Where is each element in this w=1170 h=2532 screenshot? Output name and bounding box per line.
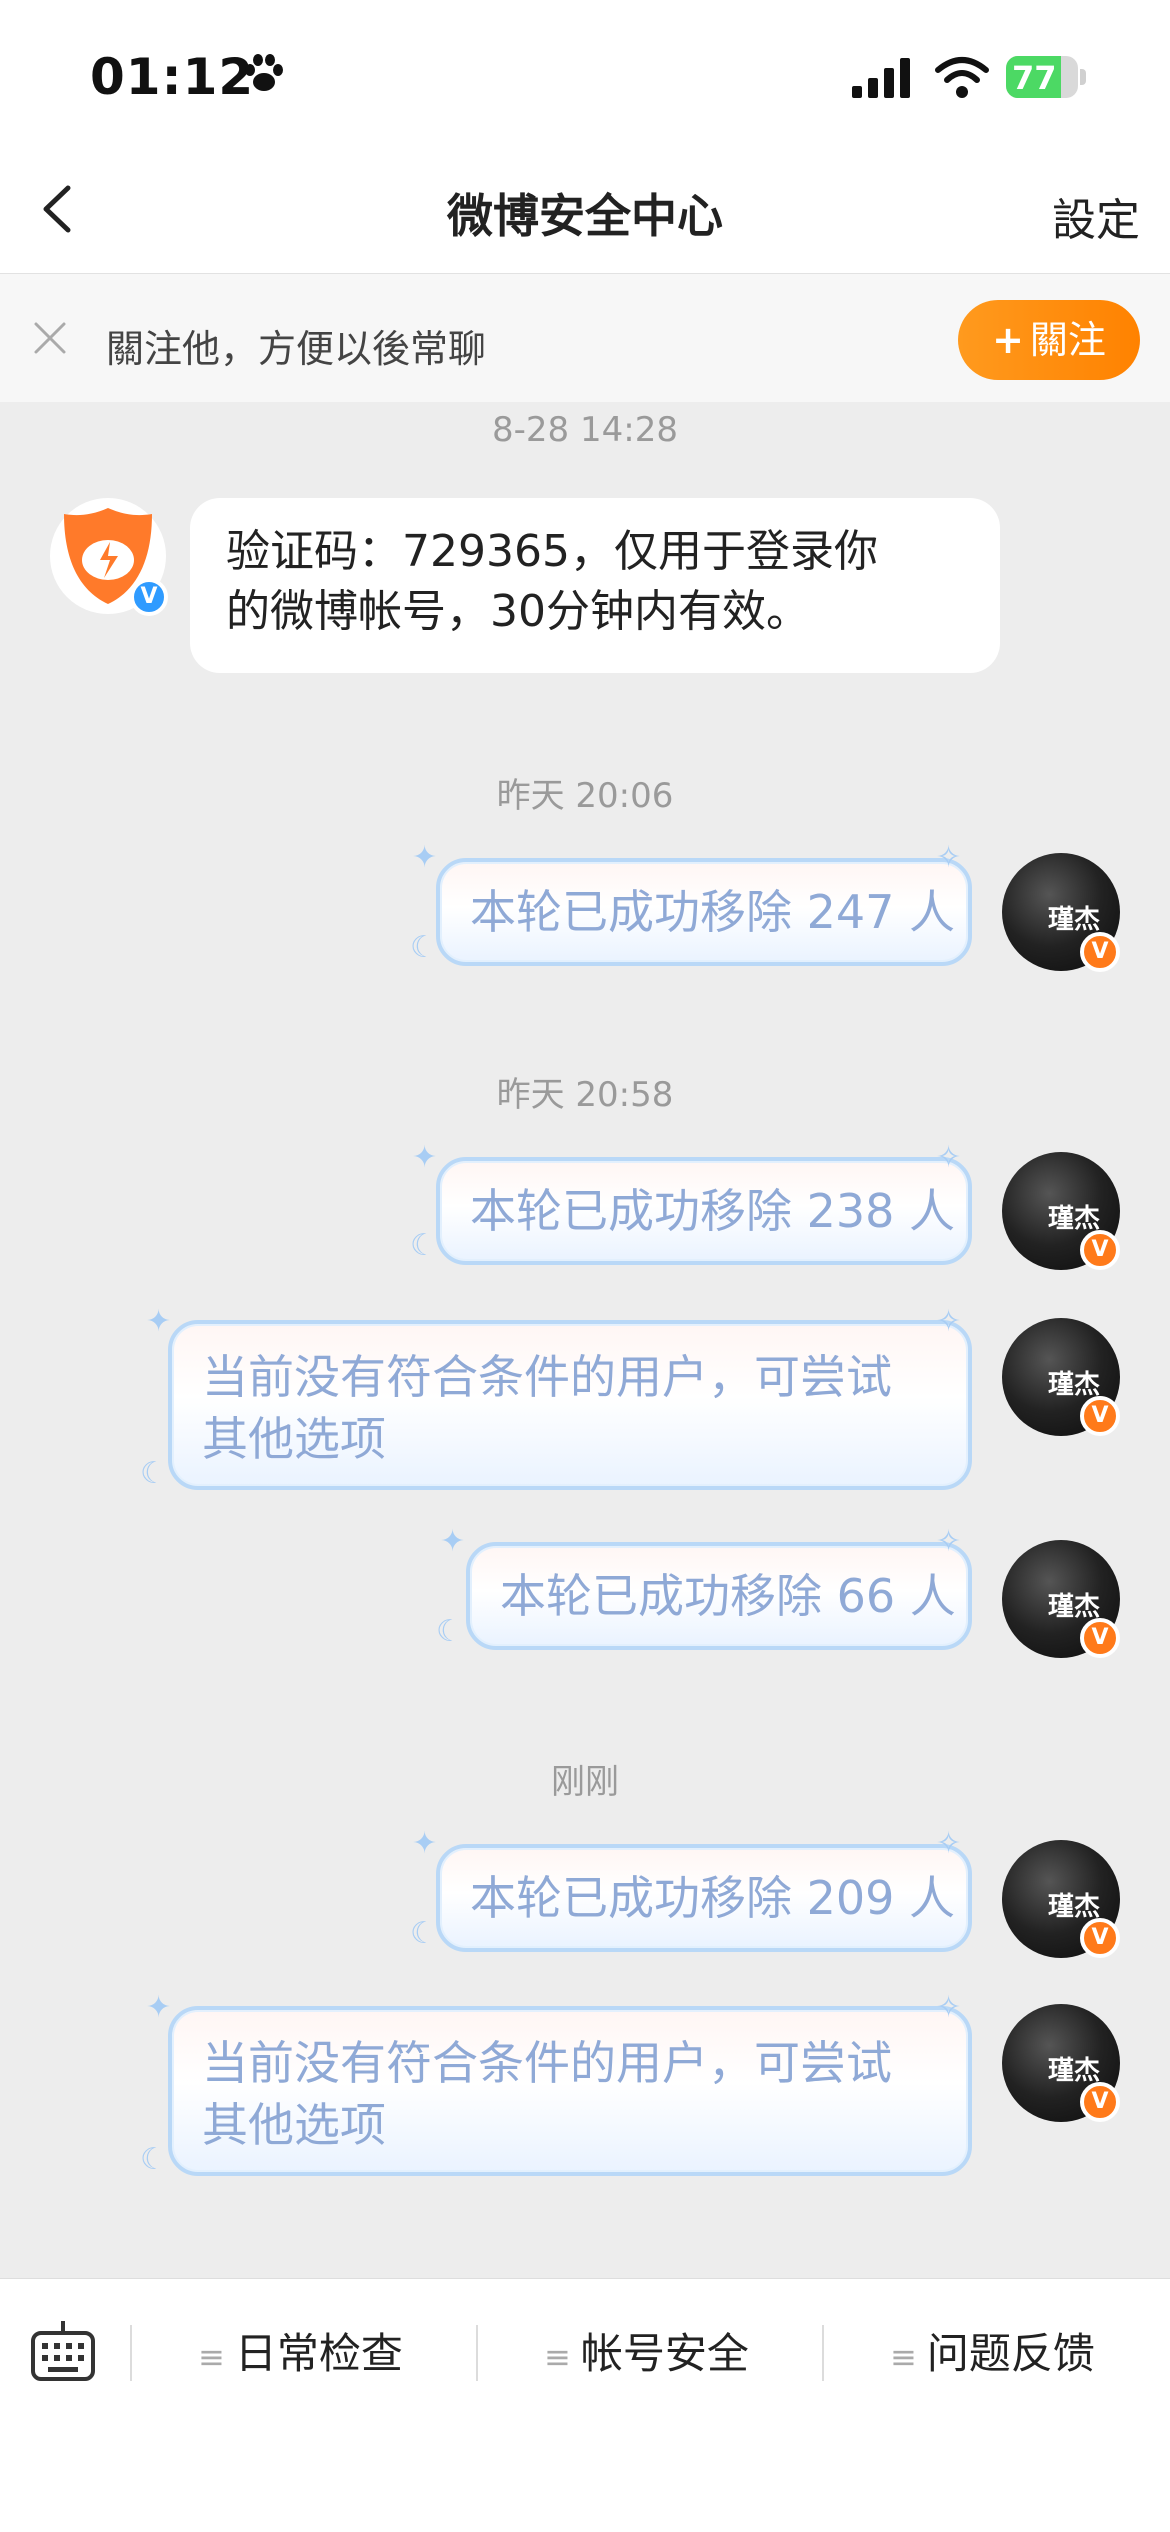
moon-decoration: ☾ (436, 1614, 463, 1649)
status-time: 01:12 (90, 48, 255, 106)
moon-decoration: ☾ (410, 1916, 437, 1951)
menu-feedback[interactable]: ≡ 问题反馈 (890, 2319, 1095, 2389)
sparkle-decoration: ✧ (936, 1304, 962, 1339)
message-text: 的微博帐号，30分钟内有效。 (226, 586, 810, 637)
message-text: 当前没有符合条件的用户，可尝试 (202, 2036, 892, 2090)
sparkle-decoration: ✧ (936, 1990, 962, 2025)
incoming-message[interactable]: 验证码：729365，仅用于登录你 的微博帐号，30分钟内有效。 (190, 498, 1000, 673)
close-icon[interactable] (32, 320, 68, 356)
sparkle-decoration: ✦ (412, 1826, 438, 1861)
battery-indicator: 77 (1006, 56, 1086, 98)
outgoing-message[interactable]: 当前没有符合条件的用户，可尝试 其他选项 (168, 2006, 972, 2176)
outgoing-message[interactable]: 本轮已成功移除 66 人 (466, 1542, 972, 1650)
sparkle-decoration: ✧ (936, 1140, 962, 1175)
sparkle-decoration: ✦ (146, 1304, 172, 1339)
message-text: 本轮已成功移除 209 人 (470, 1871, 956, 1925)
moon-decoration: ☾ (140, 2142, 167, 2177)
avatar[interactable]: V (50, 498, 168, 616)
battery-level: 77 (1012, 59, 1057, 97)
outgoing-message[interactable]: 当前没有符合条件的用户，可尝试 其他选项 (168, 1320, 972, 1490)
page-title: 微博安全中心 (447, 189, 723, 243)
vip-badge: V (1080, 2082, 1120, 2122)
vip-badge: V (1080, 1230, 1120, 1270)
vip-badge: V (1080, 1618, 1120, 1658)
nav-bar: 微博安全中心 設定 (0, 150, 1170, 274)
menu-icon: ≡ (198, 2338, 225, 2376)
menu-daily-check[interactable]: ≡ 日常检查 (198, 2319, 403, 2389)
message-text: 验证码：729365，仅用于登录你 (226, 526, 878, 577)
sparkle-decoration: ✦ (412, 840, 438, 875)
sparkle-decoration: ✦ (440, 1524, 466, 1559)
message-text: 本轮已成功移除 66 人 (500, 1569, 956, 1623)
follow-button[interactable]: + 關注 (958, 300, 1140, 380)
sparkle-decoration: ✧ (936, 840, 962, 875)
wifi-icon (935, 57, 989, 98)
message-text: 其他选项 (202, 1412, 386, 1466)
timestamp: 8-28 14:28 (492, 410, 678, 450)
divider (822, 2325, 824, 2381)
timestamp: 昨天 20:58 (496, 1075, 674, 1115)
signal-icon (852, 58, 910, 98)
menu-label: 帐号安全 (580, 2329, 749, 2378)
vip-badge: V (1080, 932, 1120, 972)
follow-button-label: 關注 (1029, 318, 1106, 362)
moon-decoration: ☾ (410, 1228, 437, 1263)
message-text: 其他选项 (202, 2098, 386, 2152)
message-text: 本轮已成功移除 247 人 (470, 885, 956, 939)
plus-icon: + (992, 318, 1024, 362)
menu-icon: ≡ (544, 2338, 571, 2376)
paw-icon (245, 54, 283, 91)
message-text: 本轮已成功移除 238 人 (470, 1184, 956, 1238)
sparkle-decoration: ✦ (146, 1990, 172, 2025)
follow-banner: 關注他，方便以後常聊 + 關注 (0, 274, 1170, 402)
moon-decoration: ☾ (410, 930, 437, 965)
divider (130, 2325, 132, 2381)
menu-account-security[interactable]: ≡ 帐号安全 (544, 2319, 749, 2389)
moon-decoration: ☾ (140, 1456, 167, 1491)
outgoing-message[interactable]: 本轮已成功移除 209 人 (436, 1844, 972, 1952)
menu-label: 问题反馈 (926, 2329, 1095, 2378)
timestamp: 昨天 20:06 (496, 776, 674, 816)
sparkle-decoration: ✧ (936, 1826, 962, 1861)
bottom-toolbar: ≡ 日常检查 ≡ 帐号安全 ≡ 问题反馈 (0, 2278, 1170, 2532)
settings-button[interactable]: 設定 (1052, 184, 1140, 248)
status-bar: 01:12 77 (0, 0, 1170, 150)
message-text: 当前没有符合条件的用户，可尝试 (202, 1350, 892, 1404)
sparkle-decoration: ✦ (412, 1140, 438, 1175)
menu-icon: ≡ (890, 2338, 917, 2376)
vip-badge: V (1080, 1396, 1120, 1436)
menu-label: 日常检查 (234, 2329, 403, 2378)
follow-prompt: 關注他，方便以後常聊 (106, 327, 487, 371)
outgoing-message[interactable]: 本轮已成功移除 247 人 (436, 858, 972, 966)
keyboard-icon[interactable] (30, 2319, 96, 2383)
vip-badge: V (1080, 1918, 1120, 1958)
timestamp: 刚刚 (551, 1762, 619, 1802)
sparkle-decoration: ✧ (936, 1524, 962, 1559)
verified-badge: V (130, 578, 168, 616)
divider (476, 2325, 478, 2381)
outgoing-message[interactable]: 本轮已成功移除 238 人 (436, 1157, 972, 1265)
